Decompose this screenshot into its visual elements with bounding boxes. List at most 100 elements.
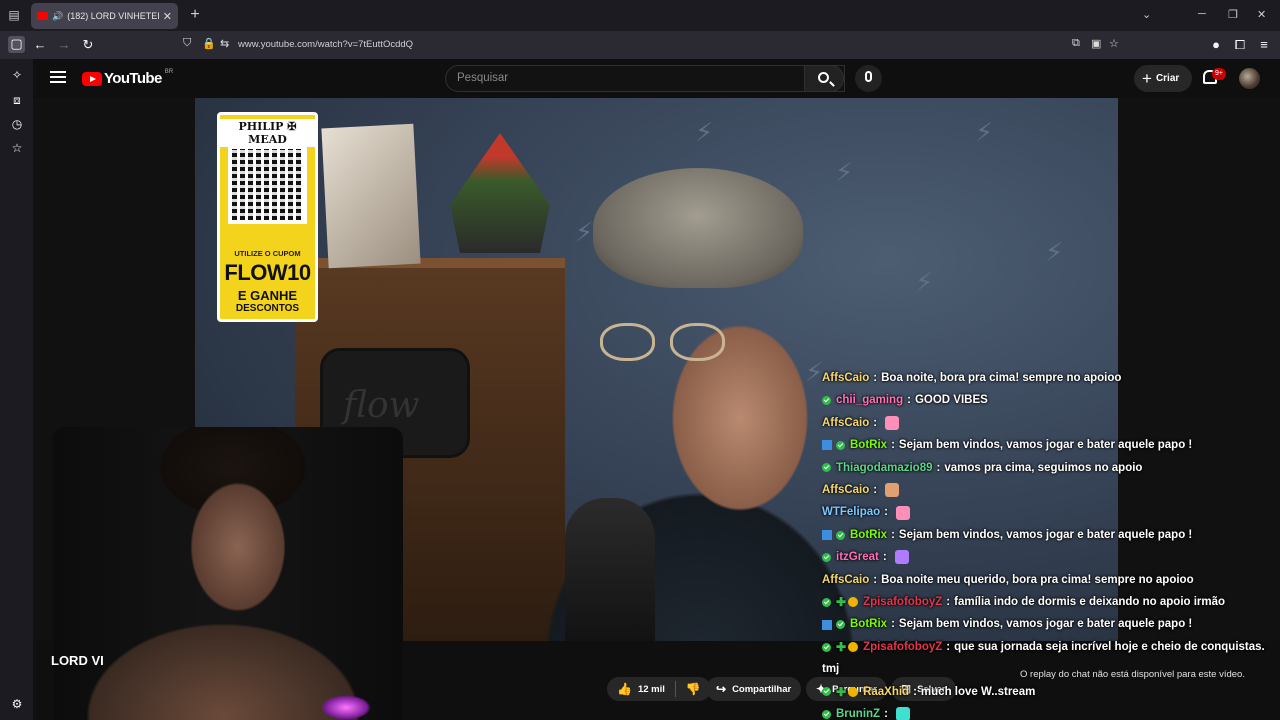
chat-separator: :: [891, 618, 895, 631]
new-tab-button[interactable]: +: [187, 7, 203, 23]
notification-badge: 9+: [1212, 68, 1226, 80]
sponsor-coupon-line: UTILIZE O CUPOM: [234, 249, 301, 258]
reload-icon[interactable]: ↻: [80, 37, 96, 53]
flat-cap: [593, 168, 803, 288]
chat-message: ✚ ZpisafofoboyZ: família indo de dormis e …: [822, 591, 1272, 613]
chat-message: ✚ RaaXhid: much love W..stream: [822, 681, 1272, 703]
sidebar-toggle-icon[interactable]: ▢: [8, 36, 25, 53]
share-arrow-icon: ↪: [716, 682, 727, 696]
chat-username[interactable]: itzGreat: [836, 546, 879, 568]
thumbs-down-icon[interactable]: 👎: [686, 682, 701, 696]
chat-username[interactable]: chii_gaming: [836, 389, 903, 411]
chat-text: much love W..stream: [920, 685, 1036, 698]
wallpaper-bolt-icon: ⚡: [835, 158, 854, 188]
chat-separator: :: [891, 528, 895, 541]
bot-badge-icon: [822, 440, 832, 451]
browser-sidebar: ✧ ⧈ ◷ ☆ ⚙: [0, 59, 33, 720]
vip-badge-icon: [848, 642, 859, 653]
tab-list-icon[interactable]: ▤: [6, 7, 22, 23]
youtube-page: YouTube BR Pesquisar + Criar 9+ ⚡ ⚡ ⚡ ⚡ …: [33, 59, 1280, 720]
chat-text: Boa noite, bora pra cima! sempre no apoi…: [881, 372, 1122, 384]
audio-playing-icon[interactable]: 🔊: [52, 11, 63, 22]
bookmark-star-icon[interactable]: ☆: [1109, 37, 1119, 50]
microphone-icon: [865, 71, 872, 82]
ai-chatbot-icon[interactable]: ✧: [9, 67, 25, 83]
chat-username[interactable]: ZpisafofoboyZ: [863, 591, 942, 613]
hamburger-menu-icon[interactable]: [50, 71, 66, 83]
create-button[interactable]: + Criar: [1134, 65, 1192, 92]
sponsor-coupon-code: FLOW10: [224, 260, 311, 285]
chat-username[interactable]: BotRix: [850, 613, 887, 635]
history-icon[interactable]: ◷: [9, 116, 25, 132]
chat-username[interactable]: AffsCaio: [822, 367, 869, 389]
search-icon: [818, 72, 829, 83]
minimize-window-button[interactable]: ─: [1198, 8, 1206, 20]
url-text[interactable]: www.youtube.com/watch?v=7tEuttOcddQ: [238, 39, 413, 50]
vip-badge-icon: [848, 597, 859, 608]
youtube-masthead: YouTube BR Pesquisar + Criar 9+: [33, 59, 1280, 98]
chat-username[interactable]: WTFelipao: [822, 501, 880, 523]
tracking-shield-icon[interactable]: ⛉: [183, 37, 191, 50]
verified-badge-icon: [836, 440, 845, 450]
chat-separator: :: [873, 372, 878, 384]
chat-username[interactable]: BruninZ: [836, 703, 880, 720]
close-tab-icon[interactable]: ✕: [163, 10, 172, 23]
voice-search-button[interactable]: [855, 65, 882, 92]
synced-tabs-icon[interactable]: ⧈: [9, 92, 25, 108]
chat-username[interactable]: AffsCaio: [822, 479, 869, 501]
menu-icon[interactable]: ≡: [1256, 37, 1272, 53]
chat-username[interactable]: AffsCaio: [822, 412, 869, 434]
settings-gear-icon[interactable]: ⚙: [9, 696, 25, 712]
browser-tab-active[interactable]: 🔊 (182) LORD VINHETEIRO - F ✕: [31, 3, 178, 29]
wallpaper-bolt-icon: ⚡: [1045, 238, 1064, 268]
chat-emote-icon: [885, 416, 900, 431]
youtube-logo[interactable]: YouTube BR: [82, 69, 173, 87]
chat-replay-unavailable-note: O replay do chat não está disponível par…: [1020, 669, 1245, 680]
chat-username[interactable]: Thiagodamazio89: [836, 457, 933, 479]
forward-arrow-icon[interactable]: →: [56, 37, 72, 53]
verified-badge-icon: [822, 552, 831, 562]
chat-username[interactable]: BotRix: [850, 434, 887, 456]
wallpaper-bolt-icon: ⚡: [695, 118, 714, 148]
user-avatar[interactable]: [1239, 68, 1260, 89]
chat-message: BruninZ:: [822, 703, 1272, 720]
chat-message: AffsCaio:: [822, 412, 1272, 434]
podcast-microphone: [565, 498, 655, 641]
url-bar[interactable]: ⛉ 🔒 ⇆ www.youtube.com/watch?v=7tEuttOcdd…: [176, 34, 1128, 56]
list-all-tabs-icon[interactable]: ⌄: [1142, 8, 1151, 21]
plus-icon: +: [1142, 69, 1152, 88]
chat-message: ✚ ZpisafofoboyZ: que sua jornada seja incr…: [822, 636, 1272, 658]
search-button[interactable]: [804, 65, 844, 92]
reader-view-icon[interactable]: ▣: [1091, 37, 1101, 50]
chat-text: Sejam bem vindos, vamos jogar e bater aq…: [898, 439, 1193, 452]
chat-username[interactable]: ZpisafofoboyZ: [863, 636, 942, 658]
verified-badge-icon: [822, 463, 831, 473]
share-button[interactable]: ↪ Compartilhar: [706, 677, 802, 701]
chat-separator: :: [936, 461, 941, 474]
verified-badge-icon: [822, 687, 831, 697]
like-dislike-button[interactable]: 👍 12 mil 👎: [607, 677, 711, 701]
chat-username[interactable]: AffsCaio: [822, 569, 869, 591]
close-window-button[interactable]: ✕: [1257, 8, 1266, 21]
extensions-icon[interactable]: ⧠: [1232, 37, 1248, 53]
chat-message: BotRix: Sejam bem vindos, vamos jogar e b…: [822, 434, 1272, 456]
account-icon[interactable]: ●: [1208, 37, 1224, 53]
lock-icon[interactable]: 🔒: [202, 37, 216, 50]
chat-message: chii_gaming: GOOD VIBES: [822, 389, 1272, 411]
restore-window-button[interactable]: ❐: [1228, 8, 1238, 21]
chat-text: que sua jornada seja incrível hoje e che…: [954, 640, 1265, 653]
chat-emote-icon: [895, 707, 910, 720]
sponsor-qr-banner: PHILIP ✠ MEAD UTILIZE O CUPOM FLOW10 E G…: [217, 112, 318, 322]
tab-title: (182) LORD VINHETEIRO - F: [67, 11, 159, 21]
bot-badge-icon: [822, 619, 832, 630]
picture-in-picture-icon[interactable]: ⧉: [1072, 37, 1080, 50]
chat-username[interactable]: RaaXhid: [863, 681, 909, 703]
chat-username[interactable]: BotRix: [850, 524, 887, 546]
thumbs-up-icon[interactable]: 👍: [617, 682, 632, 696]
chat-text: GOOD VIBES: [914, 394, 988, 407]
permissions-icon[interactable]: ⇆: [220, 37, 229, 50]
search-input[interactable]: Pesquisar: [445, 65, 845, 92]
bookmarks-icon[interactable]: ☆: [9, 140, 25, 156]
back-arrow-icon[interactable]: ←: [32, 37, 48, 53]
chat-message: itzGreat:: [822, 546, 1272, 568]
